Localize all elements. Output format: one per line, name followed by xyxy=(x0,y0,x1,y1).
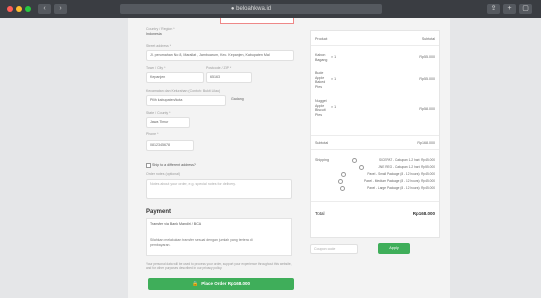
shipping-option[interactable]: Paxel - Small Package (8 - 12 hours): Rp… xyxy=(367,172,435,176)
province-label: Kecamatan dan Kelurahan (Contoh: Bukit L… xyxy=(146,89,221,93)
divider xyxy=(311,201,439,202)
product-header: Product xyxy=(315,37,328,41)
place-order-label: Place Order Rp168.000 xyxy=(201,281,250,286)
country-value: Indonesia xyxy=(146,32,162,36)
address-bar[interactable]: ● beloahkwa.id xyxy=(120,4,382,14)
subtotal-header: Subtotal xyxy=(421,37,435,41)
country-label: Country / Region * xyxy=(146,27,175,31)
phone-label: Phone * xyxy=(146,132,159,136)
item-name: Bude Apple Baked Pies xyxy=(315,71,326,89)
item-price: Rp58.000 xyxy=(419,107,435,111)
divider xyxy=(311,149,439,150)
province-select[interactable]: Pilih kabupaten/kota xyxy=(146,95,226,106)
apply-coupon-button[interactable]: Apply xyxy=(378,243,410,254)
shipping-radio[interactable] xyxy=(352,158,357,163)
new-tab-icon[interactable]: + xyxy=(503,4,516,14)
subtotal-value: Rp168.000 xyxy=(417,141,435,145)
item-price: Rp55.000 xyxy=(419,77,435,81)
state-label: State / County * xyxy=(146,111,171,115)
total-value: Rp168.000 xyxy=(412,211,435,216)
city-input[interactable]: Kepanjen xyxy=(146,72,204,83)
city-label: Town / City * xyxy=(146,66,166,70)
order-notes-textarea[interactable]: Notes about your order, e.g. special not… xyxy=(146,179,292,199)
shipping-radio[interactable] xyxy=(341,172,346,177)
item-name: Kabon Bagang xyxy=(315,53,328,62)
payment-method-label: Transfer via Bank Mandiri / BCA xyxy=(150,222,202,226)
back-button[interactable]: ‹ xyxy=(38,4,51,14)
divider xyxy=(311,45,439,46)
item-qty: × 1 xyxy=(331,105,337,109)
checkout-page: Country / Region * Indonesia Street addr… xyxy=(128,18,450,298)
address-label: Street address * xyxy=(146,44,172,48)
maximize-window-button[interactable] xyxy=(25,6,31,12)
shipping-option[interactable]: Paxel - Medium Package (8 - 12 hours): R… xyxy=(364,179,435,183)
subtotal-label: Subtotal xyxy=(315,141,329,145)
lock-icon: 🔒 xyxy=(191,281,199,287)
payment-method-box[interactable]: Transfer via Bank Mandiri / BCA Silahkan… xyxy=(146,218,292,256)
forward-button[interactable]: › xyxy=(54,4,67,14)
item-qty: × 1 xyxy=(331,55,337,59)
ship-different-label: Ship to a different address? xyxy=(152,163,196,167)
shipping-radio[interactable] xyxy=(340,186,345,191)
privacy-notice: Your personal data will be used to proce… xyxy=(146,262,292,271)
tabs-overview-icon[interactable]: ▢ xyxy=(519,4,532,14)
state-select[interactable]: Jawa Timur xyxy=(146,117,190,128)
ship-different-checkbox[interactable] xyxy=(146,163,151,168)
place-order-button[interactable]: 🔒 Place Order Rp168.000 xyxy=(148,278,294,290)
share-icon[interactable]: ⇪ xyxy=(487,4,500,14)
shipping-radio[interactable] xyxy=(338,179,343,184)
shipping-radio[interactable] xyxy=(359,165,364,170)
phone-input[interactable]: 0812345678 xyxy=(146,140,194,151)
shipping-option[interactable]: JNE REG - Cakupan 1-2 hari: Rp55.000 xyxy=(378,165,435,169)
coupon-input[interactable]: Coupon code xyxy=(310,244,358,254)
subdistrict-select[interactable]: Gadang xyxy=(228,95,280,106)
minimize-window-button[interactable] xyxy=(16,6,22,12)
item-qty: × 1 xyxy=(331,77,337,81)
order-notes-label: Order notes (optional) xyxy=(146,172,181,176)
payment-method-desc: Silahkan melakukan transfer sesuai denga… xyxy=(150,238,253,247)
divider xyxy=(311,135,439,136)
postcode-label: Postcode / ZIP * xyxy=(206,66,232,70)
order-summary: Product Subtotal Kabon Bagang × 1 Rp55.0… xyxy=(310,30,440,238)
total-label: Total xyxy=(315,211,325,216)
payment-title: Payment xyxy=(146,209,172,215)
shipping-option[interactable]: SICEPAT - Cakupan 1-2 hari: Rp45.000 xyxy=(379,158,435,162)
item-name: Nugget Apple Biscuit Pies xyxy=(315,99,327,117)
postcode-input[interactable]: 65163 xyxy=(206,72,252,83)
street-address-input[interactable]: Jl. perumahan No 8, Marallat , Jambuarum… xyxy=(146,50,294,61)
browser-toolbar: ‹ › ● beloahkwa.id ⇪ + ▢ xyxy=(0,0,541,18)
shipping-label: Shipping xyxy=(315,158,329,162)
close-window-button[interactable] xyxy=(7,6,13,12)
item-price: Rp55.000 xyxy=(419,55,435,59)
shipping-option[interactable]: Paxel - Large Package (8 - 12 hours): Rp… xyxy=(367,186,435,190)
notice-box xyxy=(220,18,294,24)
